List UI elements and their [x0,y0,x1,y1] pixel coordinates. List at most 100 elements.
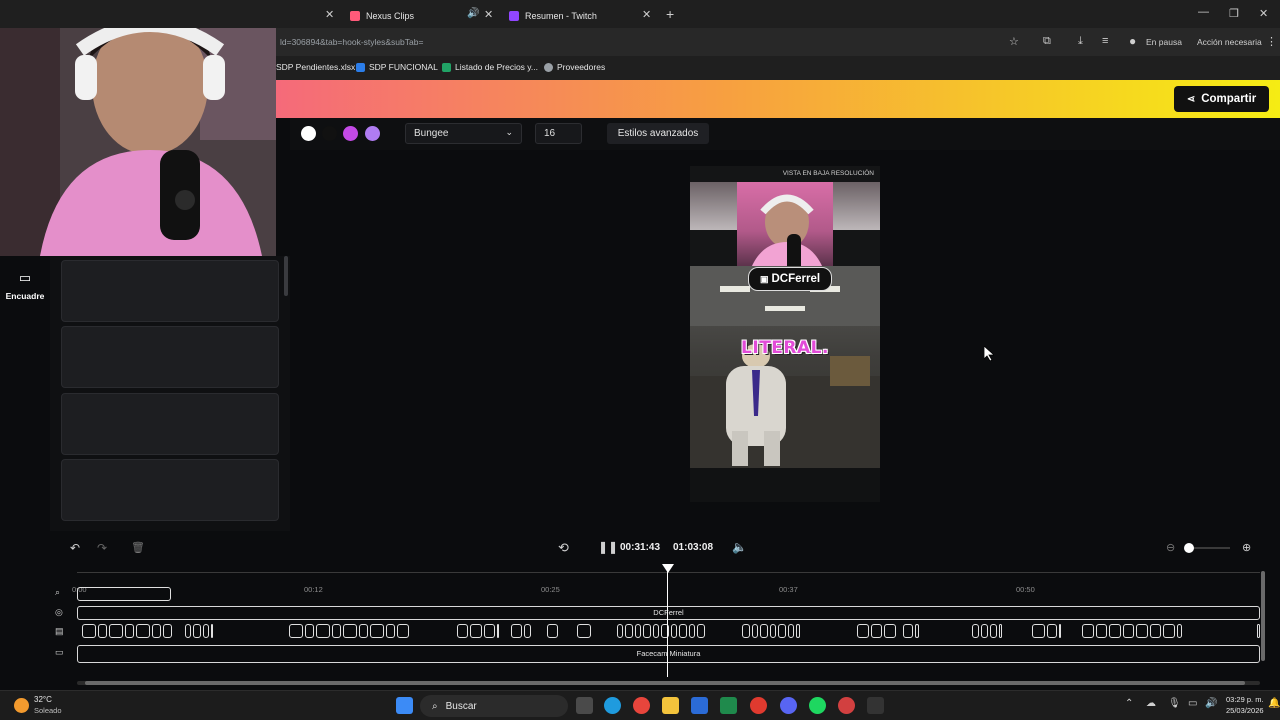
caption-segment[interactable] [185,624,191,638]
caption-segment[interactable] [203,624,209,638]
pause-icon[interactable]: ❚❚ [598,540,618,554]
new-tab-icon[interactable]: + [666,6,674,22]
color-swatch-white[interactable] [301,126,316,141]
caption-segment[interactable] [742,624,750,638]
layout-card[interactable] [61,326,279,388]
caption-segment[interactable] [386,624,395,638]
menu-kebab-icon[interactable]: ⋮ [1266,35,1277,48]
caption-segment[interactable] [98,624,107,638]
timeline-scroll-thumb[interactable] [85,681,1245,685]
reading-list-icon[interactable]: ≡ [1102,35,1108,47]
tray-monitor-icon[interactable]: ▭ [1188,698,1197,709]
windows-start-icon[interactable] [396,697,413,714]
color-swatch-purple[interactable] [365,126,380,141]
caption-segment[interactable] [343,624,357,638]
volume-icon[interactable]: 🔈 [732,540,747,554]
caption-segment[interactable] [1032,624,1045,638]
caption-segment[interactable] [643,624,651,638]
caption-segment[interactable] [653,624,659,638]
zoom-slider-handle[interactable] [1184,543,1194,553]
download-icon[interactable]: ⤓ [1078,35,1083,48]
caption-segment[interactable] [359,624,368,638]
trash-icon[interactable]: 🗑 [131,541,145,554]
caption-segment[interactable] [752,624,758,638]
weather-temp[interactable]: 32°C [34,695,52,704]
caption-segment[interactable] [1096,624,1107,638]
layout-card[interactable] [61,260,279,322]
tray-volume-icon[interactable]: 🔊 [1205,698,1217,709]
facecam-track[interactable]: Facecam Miniatura [77,645,1260,663]
advanced-styles-button[interactable]: Estilos avanzados [607,123,709,144]
caption-segment[interactable] [871,624,882,638]
close-tab-icon[interactable]: ✕ [484,8,493,21]
caption-segment[interactable] [796,624,800,638]
caption-segment[interactable] [972,624,979,638]
taskbar-search[interactable]: ⌕ Buscar [420,695,568,717]
panel-scrollbar[interactable] [284,256,288,296]
minimize-icon[interactable]: — [1198,6,1209,18]
action-needed-label[interactable]: Acción necesaria [1197,37,1262,47]
caption-segment[interactable] [136,624,150,638]
star-icon[interactable]: ☆ [1009,35,1019,48]
tab-twitch[interactable]: Resumen - Twitch [509,4,597,28]
timeline-scrollbar[interactable] [77,681,1260,685]
caption-segment[interactable] [679,624,687,638]
caption-text[interactable]: LITERAL. [690,338,880,358]
caption-segment[interactable] [1136,624,1148,638]
tray-network-icon[interactable]: ☁ [1146,698,1156,709]
edge-icon[interactable] [604,697,621,714]
discord-icon[interactable] [780,697,797,714]
caption-segment[interactable] [524,624,531,638]
tab-nexus-clips[interactable]: Nexus Clips [350,4,414,28]
profile-label[interactable]: En pausa [1146,37,1182,47]
close-tab-icon[interactable]: ✕ [325,8,334,21]
task-view-icon[interactable] [576,697,593,714]
caption-segment[interactable] [125,624,134,638]
caption-segment[interactable] [1123,624,1134,638]
caption-segment[interactable] [884,624,896,638]
caption-segment[interactable] [370,624,384,638]
caption-segment[interactable] [857,624,869,638]
pdf-icon[interactable] [750,697,767,714]
speaker-icon[interactable]: 🔊 [467,8,479,19]
timeline-vscrollbar[interactable] [1261,571,1265,661]
caption-segment[interactable] [577,624,591,638]
clock-time[interactable]: 03:29 p. m. [1226,695,1264,704]
caption-segment[interactable] [511,624,522,638]
tray-chevron-icon[interactable]: ⌃ [1125,698,1133,709]
caption-segment[interactable] [1047,624,1057,638]
url-text[interactable]: ld=306894&tab=hook-styles&subTab= [280,37,423,47]
bookmark-sdp-funcional[interactable]: SDP FUNCIONAL [356,62,438,72]
caption-segment[interactable] [915,624,919,638]
caption-segment[interactable] [457,624,468,638]
file-explorer-icon[interactable] [662,697,679,714]
dcferrel-track[interactable]: DCFerrel [77,606,1260,620]
layout-card[interactable] [61,393,279,455]
caption-segment[interactable] [617,624,623,638]
caption-segment[interactable] [163,624,172,638]
notifications-icon[interactable]: 🔔 [1268,698,1280,709]
caption-segment[interactable] [990,624,997,638]
maximize-icon[interactable]: ❐ [1229,7,1239,20]
caption-segment[interactable] [903,624,913,638]
weather-desc[interactable]: Soleado [34,706,62,715]
playhead-marker[interactable] [662,564,674,573]
zoom-in-icon[interactable]: ⊕ [1242,541,1251,554]
word-icon[interactable] [691,697,708,714]
caption-segment[interactable] [470,624,482,638]
caption-segment[interactable] [689,624,695,638]
font-select[interactable]: Bungee ⌄ [405,123,522,144]
caption-segment[interactable] [82,624,96,638]
font-size-input[interactable]: 16 [535,123,582,144]
caption-segment[interactable] [316,624,330,638]
redo-icon[interactable]: ↷ [97,541,107,555]
caption-segment[interactable] [625,624,633,638]
caption-segment[interactable] [547,624,558,638]
excel-icon[interactable] [720,697,737,714]
share-button[interactable]: ⋖ Compartir [1174,86,1269,112]
hook-track-clip[interactable] [77,587,171,601]
close-window-icon[interactable]: ✕ [1259,7,1268,20]
caption-segment[interactable] [289,624,303,638]
caption-segment[interactable] [1163,624,1175,638]
caption-segment[interactable] [671,624,677,638]
